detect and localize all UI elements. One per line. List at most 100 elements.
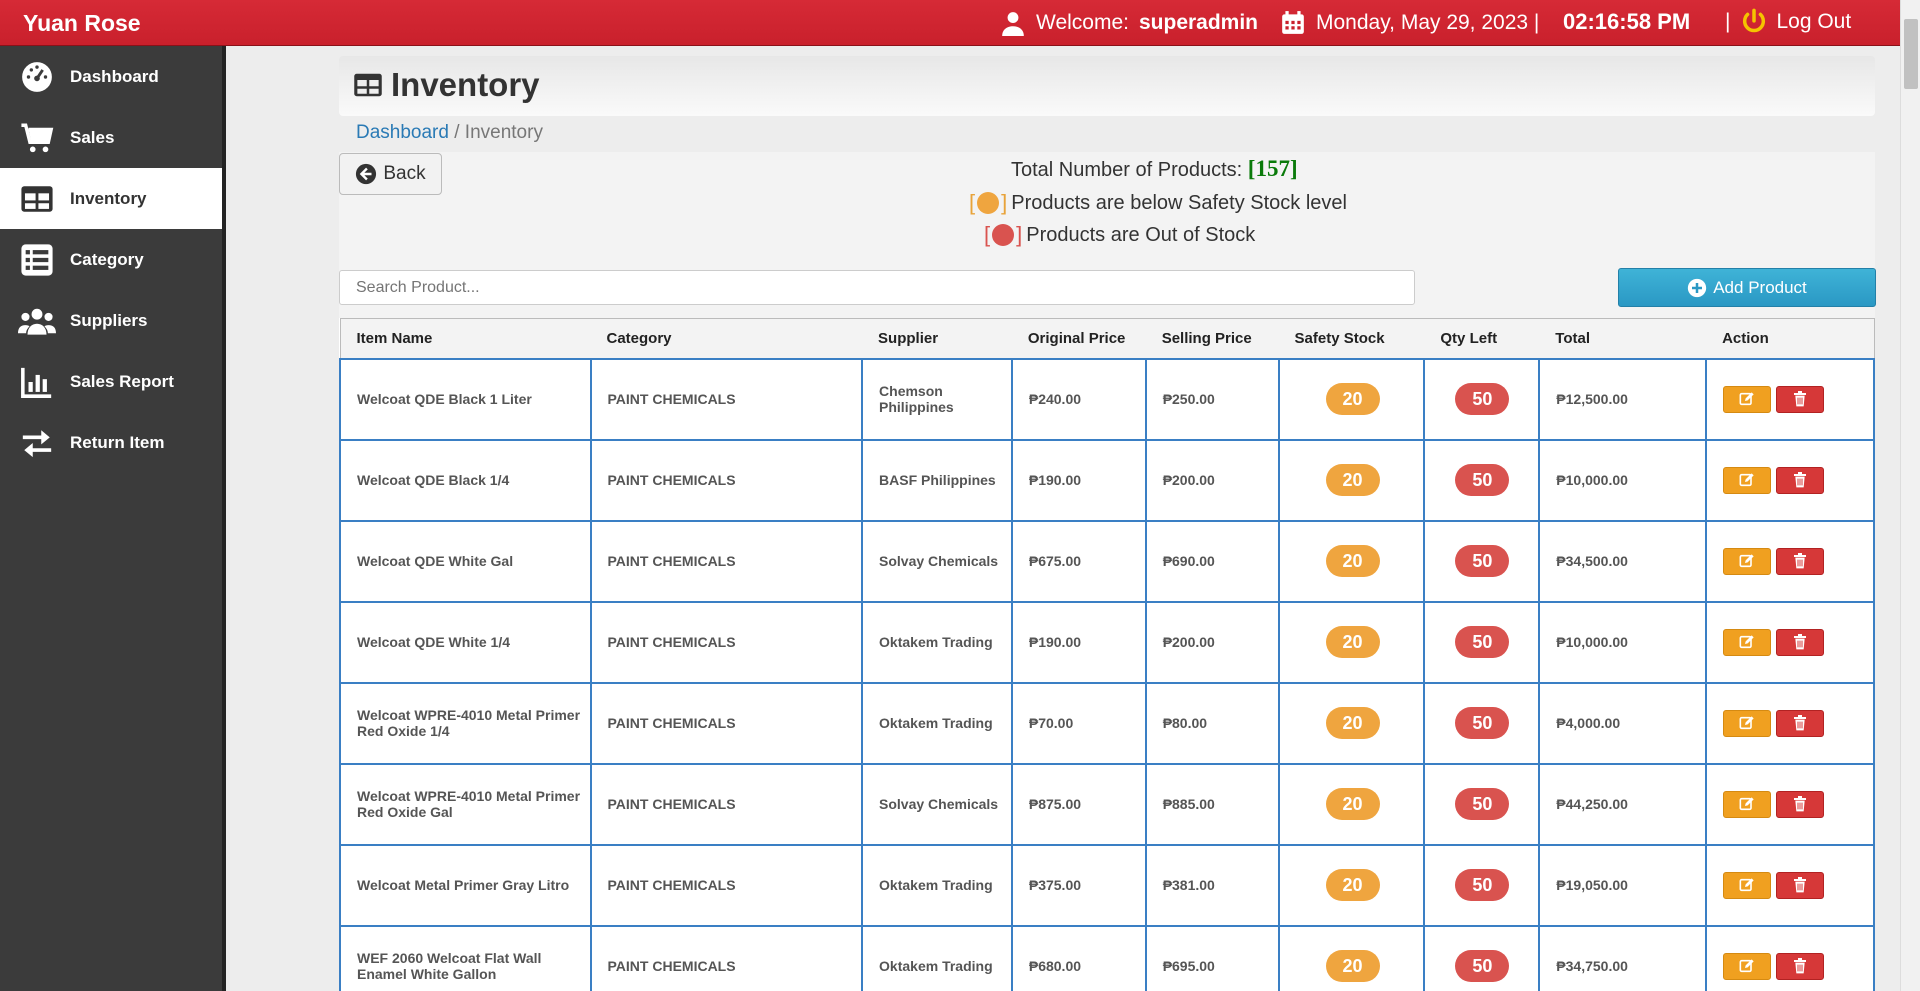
sidebar-item-sales-report[interactable]: Sales Report: [0, 351, 222, 412]
cart-icon: [21, 123, 54, 152]
supplier-cell: Oktakem Trading: [861, 600, 1013, 684]
back-button[interactable]: Back: [339, 153, 442, 195]
edit-button[interactable]: [1723, 628, 1772, 656]
edit-icon: [1739, 797, 1754, 811]
vertical-scrollbar[interactable]: [1900, 0, 1920, 991]
delete-button[interactable]: [1776, 628, 1825, 656]
safety-stock-cell: 20: [1277, 600, 1426, 684]
delete-button[interactable]: [1776, 385, 1825, 413]
selling-price-cell: ₱80.00: [1144, 681, 1280, 765]
column-header: Action: [1706, 318, 1875, 359]
delete-button[interactable]: [1776, 871, 1825, 899]
trash-icon: [1794, 715, 1807, 731]
scrollbar-thumb[interactable]: [1904, 19, 1918, 89]
action-cell: [1705, 681, 1875, 765]
legend-safety: [] Products are below Safety Stock level: [969, 190, 1347, 216]
search-input[interactable]: [339, 270, 1415, 305]
safety-stock-badge: 20: [1325, 869, 1380, 901]
legend-out: [] Products are Out of Stock: [984, 222, 1255, 248]
total-cell: ₱19,050.00: [1538, 843, 1708, 927]
column-header[interactable]: Original Price: [1011, 318, 1146, 359]
page-title: Inventory: [351, 66, 540, 104]
legend-swatch-safety: []: [969, 190, 1007, 216]
total-cell: ₱10,000.00: [1538, 600, 1708, 684]
breadcrumb-current: Inventory: [464, 122, 543, 143]
column-header[interactable]: Qty Left: [1424, 318, 1540, 359]
delete-button[interactable]: [1776, 547, 1825, 575]
table-row: Welcoat QDE White Gal PAINT CHEMICALS Solv…: [339, 519, 1875, 603]
edit-button[interactable]: [1723, 709, 1772, 737]
column-header[interactable]: Total: [1539, 318, 1707, 359]
sidebar-item-suppliers[interactable]: Suppliers: [0, 290, 222, 351]
column-header[interactable]: Supplier: [862, 318, 1012, 359]
row-actions: [1723, 871, 1873, 899]
edit-button[interactable]: [1723, 790, 1772, 818]
supplier-cell: BASF Philippines: [861, 438, 1013, 522]
qty-left-cell: 50: [1423, 681, 1541, 765]
table-row: Welcoat WPRE-4010 Metal Primer Red Oxide…: [339, 681, 1875, 765]
legend-swatch-out: []: [984, 222, 1022, 248]
selling-price-cell: ₱200.00: [1144, 438, 1280, 522]
category-cell: PAINT CHEMICALS: [589, 600, 864, 684]
delete-button[interactable]: [1776, 952, 1825, 980]
item-name-cell: Welcoat WPRE-4010 Metal Primer Red Oxide…: [339, 762, 592, 846]
logout-link[interactable]: | Log Out: [1725, 8, 1851, 36]
sidebar-item-dashboard[interactable]: Dashboard: [0, 46, 222, 107]
edit-button[interactable]: [1723, 871, 1772, 899]
safety-stock-cell: 20: [1277, 438, 1426, 522]
edit-button[interactable]: [1723, 466, 1772, 494]
table-row: Welcoat QDE White 1/4 PAINT CHEMICALS Okta…: [339, 600, 1875, 684]
breadcrumb-home[interactable]: Dashboard: [356, 122, 449, 143]
action-cell: [1705, 438, 1875, 522]
table-row: Welcoat QDE Black 1/4 PAINT CHEMICALS BASF…: [339, 438, 1875, 522]
edit-button[interactable]: [1723, 385, 1772, 413]
total-cell: ₱34,500.00: [1538, 519, 1708, 603]
arrow-left-circle-icon: [356, 163, 377, 185]
sidebar-item-category[interactable]: Category: [0, 229, 222, 290]
separator: |: [1725, 10, 1731, 33]
edit-button[interactable]: [1723, 952, 1772, 980]
bar-chart-icon: [21, 367, 52, 398]
sidebar-item-label: Inventory: [70, 188, 147, 208]
action-cell: [1705, 924, 1875, 991]
edit-button[interactable]: [1723, 547, 1772, 575]
sidebar-item-return-item[interactable]: Return Item: [0, 412, 222, 473]
column-header[interactable]: Item Name: [339, 318, 591, 359]
top-bar: Yuan Rose Welcome: superadmin Monday, Ma…: [0, 0, 1920, 46]
qty-left-badge: 50: [1455, 788, 1510, 820]
column-header[interactable]: Category: [590, 318, 863, 359]
item-name-cell: Welcoat QDE White Gal: [339, 519, 592, 603]
inventory-table: Item Name Category Supplier Original Pri…: [339, 318, 1875, 991]
item-name-cell: Welcoat QDE White 1/4: [339, 600, 592, 684]
delete-button[interactable]: [1776, 709, 1825, 737]
logout-label: Log Out: [1776, 10, 1852, 33]
column-header[interactable]: Safety Stock: [1278, 318, 1425, 359]
sidebar-item-inventory[interactable]: Inventory: [0, 168, 222, 229]
qty-left-cell: 50: [1423, 438, 1541, 522]
page-header: Inventory: [339, 56, 1875, 116]
out-dot: [992, 224, 1015, 246]
edit-icon: [1739, 959, 1754, 973]
action-cell: [1705, 843, 1875, 927]
trash-icon: [1794, 796, 1807, 812]
qty-left-cell: 50: [1423, 762, 1541, 846]
trash-icon: [1794, 634, 1807, 650]
add-product-button[interactable]: Add Product: [1618, 268, 1876, 307]
table-row: Welcoat WPRE-4010 Metal Primer Red Oxide…: [339, 762, 1875, 846]
table-header-row: Item Name Category Supplier Original Pri…: [339, 318, 1875, 359]
welcome-label: Welcome:: [1036, 11, 1129, 34]
brand-name[interactable]: Yuan Rose: [23, 10, 141, 37]
original-price-cell: ₱680.00: [1010, 924, 1147, 991]
column-header[interactable]: Selling Price: [1145, 318, 1279, 359]
delete-button[interactable]: [1776, 466, 1825, 494]
item-name-cell: Welcoat Metal Primer Gray Litro: [339, 843, 592, 927]
row-actions: [1723, 709, 1873, 737]
sidebar-item-sales[interactable]: Sales: [0, 107, 222, 168]
table-icon: [354, 73, 382, 97]
item-name-cell: Welcoat QDE Black 1/4: [339, 438, 592, 522]
table-icon: [21, 185, 53, 212]
total-cell: ₱12,500.00: [1538, 357, 1708, 441]
date-area: Monday, May 29, 2023 |: [1280, 10, 1539, 36]
row-actions: [1723, 547, 1873, 575]
delete-button[interactable]: [1776, 790, 1825, 818]
